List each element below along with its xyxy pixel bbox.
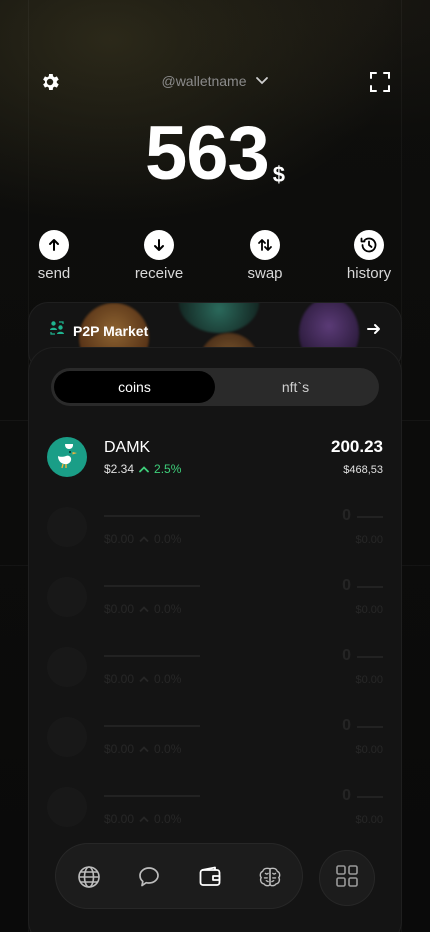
trend-up-icon [139, 602, 149, 616]
placeholder-avatar [47, 787, 87, 827]
placeholder-row: $0.00 0.0% 0 $0.00 [47, 647, 383, 691]
placeholder-price-row: $0.00 0.0% [104, 672, 181, 686]
arrow-right-icon [367, 322, 381, 340]
arrow-up-icon [39, 230, 69, 260]
placeholder-name-bar [104, 725, 200, 727]
wallet-icon[interactable] [198, 865, 222, 889]
duck-icon [47, 437, 87, 477]
swap-button[interactable]: swap [240, 230, 290, 282]
placeholder-change: 0.0% [154, 812, 182, 826]
p2p-title: P2P Market [73, 322, 149, 339]
brain-icon[interactable] [258, 865, 282, 889]
placeholder-amount-bar [357, 796, 383, 798]
trend-up-icon [139, 532, 149, 546]
wallet-name: @walletname [161, 73, 247, 89]
trend-up-icon [139, 812, 149, 826]
placeholder-amount: 0 [342, 577, 351, 594]
placeholder-price: $0.00 [104, 742, 135, 756]
placeholder-price-row: $0.00 0.0% [104, 812, 181, 826]
coin-change: 2.5% [154, 462, 182, 476]
placeholder-change: 0.0% [154, 532, 182, 546]
placeholder-amount-bar [357, 516, 383, 518]
placeholder-row: $0.00 0.0% 0 $0.00 [47, 507, 383, 551]
placeholder-avatar [47, 717, 87, 757]
globe-icon[interactable] [77, 865, 101, 889]
history-button[interactable]: history [339, 230, 399, 282]
placeholder-name-bar [104, 795, 200, 797]
placeholder-price-row: $0.00 0.0% [104, 742, 181, 756]
history-icon [354, 230, 384, 260]
coin-usd-value: $468,53 [343, 464, 383, 476]
assets-tab-switch: coins nft`s [51, 368, 379, 406]
coin-price-row: $2.34 2.5% [104, 462, 181, 476]
placeholder-row: $0.00 0.0% 0 $0.00 [47, 577, 383, 621]
placeholder-amount-bar [357, 586, 383, 588]
balance-currency: $ [272, 162, 286, 187]
trend-up-icon [139, 462, 149, 476]
arrow-down-icon [144, 230, 174, 260]
placeholder-amount: 0 [342, 787, 351, 804]
placeholder-name-bar [104, 515, 200, 517]
send-button[interactable]: send [34, 230, 74, 282]
placeholder-avatar [47, 507, 87, 547]
send-label: send [37, 265, 71, 282]
placeholder-name-bar [104, 655, 200, 657]
swap-label: swap [247, 265, 283, 282]
history-label: history [346, 265, 392, 282]
placeholder-price-row: $0.00 0.0% [104, 602, 181, 616]
placeholder-usd: $0.00 [355, 814, 383, 826]
trend-up-icon [139, 742, 149, 756]
placeholder-price: $0.00 [104, 672, 135, 686]
placeholder-change: 0.0% [154, 742, 182, 756]
balance: 563 $ [0, 116, 430, 192]
apps-grid-icon [335, 864, 359, 893]
receive-button[interactable]: receive [129, 230, 189, 282]
bottom-nav [55, 843, 303, 909]
placeholder-row: $0.00 0.0% 0 $0.00 [47, 717, 383, 761]
placeholder-price: $0.00 [104, 532, 135, 546]
placeholder-amount: 0 [342, 717, 351, 734]
coin-amount: 200.23 [331, 437, 383, 456]
placeholder-usd: $0.00 [355, 744, 383, 756]
placeholder-change: 0.0% [154, 672, 182, 686]
placeholder-price: $0.00 [104, 812, 135, 826]
placeholder-row: $0.00 0.0% 0 $0.00 [47, 787, 383, 831]
top-bar: @walletname [0, 68, 430, 98]
p2p-users-icon [49, 320, 65, 341]
receive-label: receive [134, 265, 184, 282]
placeholder-price-row: $0.00 0.0% [104, 532, 181, 546]
placeholder-usd: $0.00 [355, 674, 383, 686]
placeholder-price: $0.00 [104, 602, 135, 616]
placeholder-amount: 0 [342, 647, 351, 664]
chevron-down-icon [255, 73, 269, 89]
tab-nfts[interactable]: nft`s [215, 371, 376, 403]
apps-grid-button[interactable] [319, 850, 375, 906]
p2p-row: P2P Market [49, 320, 381, 341]
action-bar: send receive swap history [0, 230, 430, 290]
trend-up-icon [139, 672, 149, 686]
placeholder-name-bar [104, 585, 200, 587]
placeholder-amount-bar [357, 656, 383, 658]
placeholder-avatar [47, 577, 87, 617]
swap-arrows-icon [250, 230, 280, 260]
coin-price: $2.34 [104, 462, 135, 476]
tab-coins[interactable]: coins [54, 371, 215, 403]
chat-icon[interactable] [137, 865, 161, 889]
coin-row[interactable]: DAMK $2.34 2.5% 200.23 $468,53 [47, 437, 383, 481]
placeholder-usd: $0.00 [355, 534, 383, 546]
placeholder-usd: $0.00 [355, 604, 383, 616]
balance-amount: 563 [144, 111, 270, 196]
scan-icon[interactable] [368, 70, 392, 94]
placeholder-amount-bar [357, 726, 383, 728]
coin-name: DAMK [104, 439, 151, 456]
wallet-name-selector[interactable]: @walletname [0, 73, 430, 89]
placeholder-change: 0.0% [154, 602, 182, 616]
placeholder-avatar [47, 647, 87, 687]
placeholder-amount: 0 [342, 507, 351, 524]
